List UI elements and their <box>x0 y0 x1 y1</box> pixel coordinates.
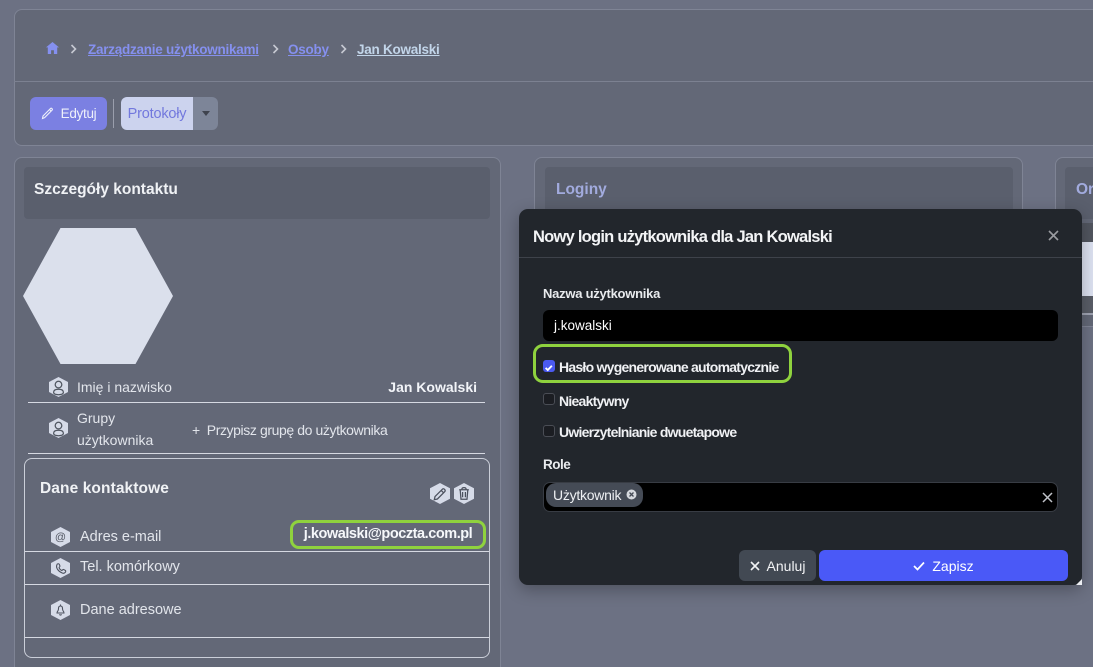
svg-text:@: @ <box>55 532 66 544</box>
